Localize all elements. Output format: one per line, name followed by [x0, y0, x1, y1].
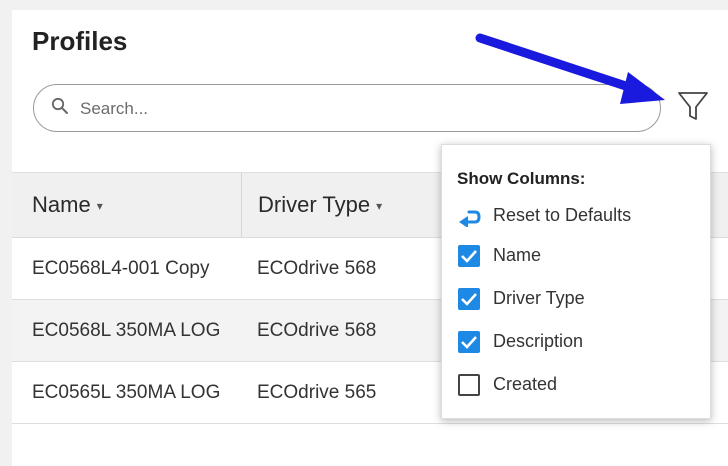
column-header-name[interactable]: Name ▾ [32, 173, 103, 237]
filter-funnel-icon[interactable] [675, 88, 711, 124]
column-divider[interactable] [241, 173, 242, 237]
sort-caret-icon: ▾ [376, 199, 383, 214]
column-option-driver-type[interactable]: Driver Type [457, 286, 697, 314]
checkbox-checked[interactable] [458, 245, 480, 267]
column-option-label: Driver Type [493, 288, 585, 308]
show-columns-title: Show Columns: [457, 169, 586, 188]
column-header-label: Name [32, 192, 91, 217]
blue-annotation-arrow [475, 33, 665, 104]
column-option-name[interactable]: Name [457, 243, 697, 271]
column-option-created[interactable]: Created [457, 372, 697, 400]
checkmark-icon [461, 250, 477, 263]
cell-driver-type: ECOdrive 568 [257, 258, 377, 279]
checkbox-checked[interactable] [458, 331, 480, 353]
search-icon [51, 97, 68, 114]
cell-name: EC0568L 350MA LOG [32, 320, 221, 341]
checkbox-checked[interactable] [458, 288, 480, 310]
cell-driver-type: ECOdrive 565 [257, 382, 377, 403]
column-header-label: Driver Type [258, 192, 371, 217]
reset-to-defaults-label: Reset to Defaults [493, 205, 632, 225]
checkmark-icon [461, 336, 477, 349]
reset-to-defaults-button[interactable]: Reset to Defaults [457, 203, 697, 231]
column-option-label: Description [493, 331, 584, 351]
column-option-description[interactable]: Description [457, 329, 697, 357]
cell-driver-type: ECOdrive 568 [257, 320, 377, 341]
checkmark-icon [461, 293, 477, 306]
cell-name: EC0568L4-001 Copy [32, 258, 210, 279]
page-title: Profiles [32, 26, 128, 56]
reset-arrow-icon [459, 210, 481, 227]
column-option-label: Name [493, 245, 542, 265]
column-header-driver-type[interactable]: Driver Type ▾ [258, 173, 382, 237]
checkbox-unchecked[interactable] [458, 374, 480, 396]
cell-name: EC0565L 350MA LOG [32, 382, 221, 403]
column-option-label: Created [493, 374, 558, 394]
show-columns-menu: Show Columns: Reset to Defaults Name Dri… [441, 144, 711, 419]
sort-caret-icon: ▾ [96, 199, 103, 214]
